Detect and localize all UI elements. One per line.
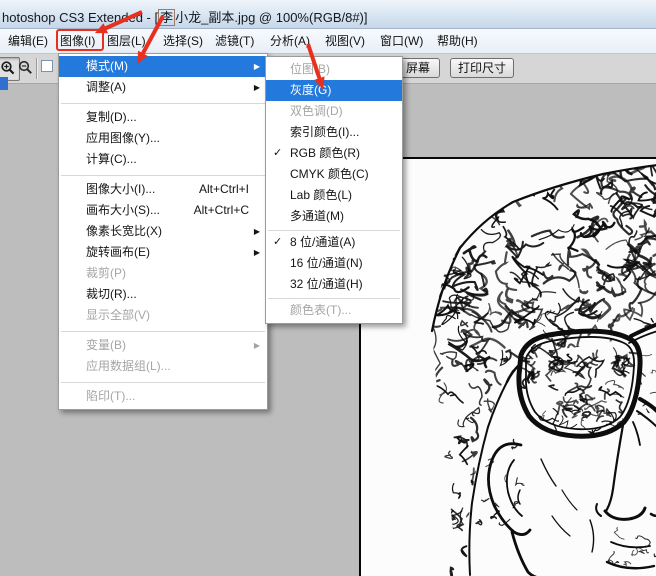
menu-item-label: 颜色表(T)... [290,303,351,317]
mode-submenu-item[interactable]: ✓ 8 位/通道(A) ▶ [266,232,402,253]
menu-item-label: 裁切(R)... [86,287,137,301]
menu-item-shortcut: Alt+Ctrl+C [194,200,249,221]
menubar-item[interactable]: 帮助(H) [437,29,478,53]
menubar-item[interactable]: 选择(S) [163,29,203,53]
image-menu-item[interactable]: ✓ 计算(C)... ▶ [59,149,267,170]
image-menu-item[interactable]: ✓ 调整(A) ▶ [59,77,267,98]
window-title: hotoshop CS3 Extended - [李小龙_副本.jpg @ 10… [2,7,368,26]
zoom-out-tool-button[interactable] [17,59,34,76]
menu-item-label: 16 位/通道(N) [290,256,363,270]
menu-item-label: 复制(D)... [86,110,137,124]
image-menu-item[interactable]: ✓ 模式(M) ▶ [59,56,267,77]
menu-separator [59,377,267,386]
menubar-item[interactable]: 滤镜(T) [215,29,254,53]
image-menu-item: ✓ 应用数据组(L)... ▶ [59,356,267,377]
submenu-arrow-icon: ▶ [254,221,260,242]
menu-item-label: CMYK 颜色(C) [290,167,369,181]
menu-item-label: 陷印(T)... [86,389,135,403]
mode-submenu-item[interactable]: ✓ 16 位/通道(N) ▶ [266,253,402,274]
mode-submenu-item[interactable]: ✓ 灰度(G) ▶ [266,80,402,101]
mode-submenu-item[interactable]: ✓ RGB 颜色(R) ▶ [266,143,402,164]
options-bar-separator [36,58,38,79]
zoom-out-magnifier-icon [17,59,34,76]
image-menu-item: ✓ 显示全部(V) ▶ [59,305,267,326]
menu-separator [59,326,267,335]
toolbox-selected-tool-fragment [0,77,8,90]
menubar-item[interactable]: 视图(V) [325,29,365,53]
menu-item-label: 画布大小(S)... [86,203,160,217]
menu-item-label: 变量(B) [86,338,126,352]
menu-item-label: 32 位/通道(H) [290,277,363,291]
image-menu-item: ✓ 变量(B) ▶ [59,335,267,356]
image-menu-item: ✓ 陷印(T)... ▶ [59,386,267,407]
submenu-arrow-icon: ▶ [254,77,260,98]
window-title-prefix: hotoshop CS3 Extended - [ [2,10,158,25]
menu-item-label: 位图(B) [290,62,330,76]
image-menu-dropdown: ✓ 模式(M) ▶ ✓ 调整(A) ▶ ✓ 复制(D)... ▶ ✓ 应用图像(… [58,53,268,410]
image-menu-item[interactable]: ✓ 画布大小(S)... Alt+Ctrl+C ▶ [59,200,267,221]
menubar-item[interactable]: 编辑(E) [8,29,48,53]
menu-item-label: RGB 颜色(R) [290,146,360,160]
mode-submenu-item[interactable]: ✓ 32 位/通道(H) ▶ [266,274,402,295]
menubar-item[interactable]: 图层(L) [107,29,146,53]
menu-separator [59,98,267,107]
mode-submenu-item[interactable]: ✓ 索引颜色(I)... ▶ [266,122,402,143]
menu-item-label: 应用数据组(L)... [86,359,171,373]
sketch-portrait-image [361,159,656,576]
menu-item-label: 双色调(D) [290,104,343,118]
menubar: 编辑(E) 图像(I) 图层(L) 选择(S) 滤镜(T) 分析(A) 视图(V) 窗口(W)… [0,29,656,53]
print-size-button[interactable]: 打印尺寸 [450,58,514,78]
menubar-item[interactable]: 图像(I) [60,29,95,53]
menu-item-label: 计算(C)... [86,152,137,166]
image-menu-item[interactable]: ✓ 图像大小(I)... Alt+Ctrl+I ▶ [59,179,267,200]
image-menu-item[interactable]: ✓ 旋转画布(E) ▶ [59,242,267,263]
menu-item-label: 应用图像(Y)... [86,131,160,145]
mode-submenu-item[interactable]: ✓ Lab 颜色(L) ▶ [266,185,402,206]
photoshop-window: hotoshop CS3 Extended - [李小龙_副本.jpg @ 10… [0,0,656,576]
submenu-arrow-icon: ▶ [254,242,260,263]
window-title-boxed-char: 李 [158,9,175,26]
titlebar: hotoshop CS3 Extended - [李小龙_副本.jpg @ 10… [0,0,656,29]
mode-submenu-item[interactable]: ✓ CMYK 颜色(C) ▶ [266,164,402,185]
menu-item-label: 模式(M) [86,59,128,73]
image-menu-item[interactable]: ✓ 复制(D)... ▶ [59,107,267,128]
menu-item-label: 索引颜色(I)... [290,125,359,139]
menu-separator [59,170,267,179]
menu-item-label: 旋转画布(E) [86,245,150,259]
image-menu-item: ✓ 裁剪(P) ▶ [59,263,267,284]
menubar-item[interactable]: 窗口(W) [380,29,423,53]
menu-item-label: Lab 颜色(L) [290,188,352,202]
submenu-arrow-icon: ▶ [254,56,260,77]
checkmark-icon: ✓ [273,143,282,164]
resize-windows-checkbox[interactable] [41,60,53,72]
menu-item-label: 图像大小(I)... [86,182,155,196]
menu-item-label: 灰度(G) [290,83,331,97]
menu-item-label: 多通道(M) [290,209,344,223]
menu-item-label: 裁剪(P) [86,266,126,280]
mode-submenu-item: ✓ 位图(B) ▶ [266,59,402,80]
window-title-suffix: 小龙_副本.jpg @ 100%(RGB/8#)] [175,10,367,25]
document-canvas[interactable] [359,157,656,576]
menu-item-label: 8 位/通道(A) [290,235,355,249]
menu-item-label: 调整(A) [86,80,126,94]
image-menu-item[interactable]: ✓ 裁切(R)... ▶ [59,284,267,305]
menu-item-label: 像素长宽比(X) [86,224,162,238]
menubar-item[interactable]: 分析(A) [270,29,310,53]
image-menu-item[interactable]: ✓ 应用图像(Y)... ▶ [59,128,267,149]
submenu-arrow-icon: ▶ [254,335,260,356]
mode-submenu-item: ✓ 双色调(D) ▶ [266,101,402,122]
zoom-in-magnifier-icon [0,60,16,76]
menu-item-label: 显示全部(V) [86,308,150,322]
checkmark-icon: ✓ [273,232,282,253]
mode-submenu: ✓ 位图(B) ▶ ✓ 灰度(G) ▶ ✓ 双色调(D) ▶ ✓ 索引颜色(I)… [265,56,403,324]
image-menu-item[interactable]: ✓ 像素长宽比(X) ▶ [59,221,267,242]
menu-item-shortcut: Alt+Ctrl+I [199,179,249,200]
mode-submenu-item: ✓ 颜色表(T)... ▶ [266,300,402,321]
mode-submenu-item[interactable]: ✓ 多通道(M) ▶ [266,206,402,227]
